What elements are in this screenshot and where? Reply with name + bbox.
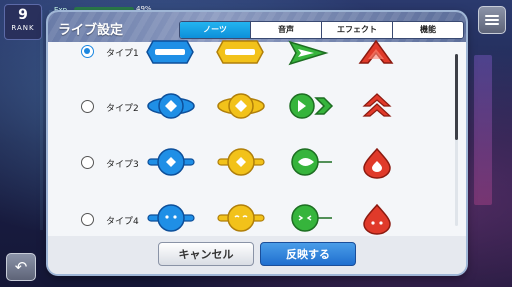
red-face-note-icon: [363, 203, 391, 235]
note-type-2-label: タイプ2: [106, 104, 139, 114]
apply-button[interactable]: 反映する: [260, 242, 356, 266]
tab-voice[interactable]: 音声: [251, 22, 322, 38]
yellow-diamond-note-icon: [217, 93, 265, 119]
red-chevron-note-icon: [358, 39, 394, 64]
back-button[interactable]: ↶: [6, 253, 36, 281]
red-double-chevron-note-icon: [362, 93, 392, 117]
rank-value: 9: [18, 7, 28, 23]
return-arrow-icon: ↶: [14, 258, 28, 276]
cancel-button[interactable]: キャンセル: [158, 242, 254, 266]
blue-diamond-note-icon: [147, 93, 195, 119]
note-type-4-label: タイプ4: [106, 217, 139, 227]
hamburger-icon: [485, 23, 499, 25]
yellow-face-note-icon: [217, 204, 265, 232]
tab-effect[interactable]: エフェクト: [322, 22, 393, 38]
tab-function[interactable]: 機能: [393, 22, 463, 38]
yellow-round-note-icon: [217, 148, 265, 176]
hamburger-icon: [485, 19, 499, 21]
note-type-row-3[interactable]: タイプ3: [48, 147, 466, 206]
rank-label: RANK: [11, 24, 35, 32]
hamburger-icon: [485, 15, 499, 17]
blue-face-note-icon: [147, 204, 195, 232]
dialog-footer: キャンセル 反映する: [48, 236, 466, 274]
yellow-bar-note-icon: [216, 40, 264, 64]
note-type-1-label: タイプ1: [106, 49, 139, 59]
live-settings-dialog: ライブ設定 ノーツ 音声 エフェクト 機能 タイプ1 タイプ2 タイプ3 タイプ…: [48, 12, 466, 274]
note-type-row-1[interactable]: タイプ1: [48, 39, 466, 96]
tab-notes[interactable]: ノーツ: [180, 22, 251, 38]
note-type-4-radio[interactable]: [81, 213, 94, 226]
background-side-decoration: [474, 55, 492, 205]
note-type-row-2[interactable]: タイプ2: [48, 93, 466, 151]
green-double-arrow-note-icon: [289, 93, 334, 119]
note-type-3-label: タイプ3: [106, 160, 139, 170]
scrollbar-thumb[interactable]: [455, 54, 458, 140]
green-leaf-note-icon: [291, 148, 332, 176]
blue-round-note-icon: [147, 148, 195, 176]
note-list-scrollbar[interactable]: [455, 54, 458, 226]
settings-tabs: ノーツ 音声 エフェクト 機能: [179, 21, 464, 39]
rank-badge: 9 RANK: [4, 4, 42, 40]
note-type-3-radio[interactable]: [81, 156, 94, 169]
red-drop-note-icon: [363, 147, 391, 179]
blue-bar-note-icon: [146, 40, 194, 64]
menu-button[interactable]: [478, 6, 506, 34]
green-face-note-icon: [291, 204, 332, 232]
note-type-1-radio[interactable]: [81, 45, 94, 58]
green-arrow-note-icon: [288, 40, 329, 66]
dialog-title: ライブ設定: [58, 23, 124, 38]
note-type-2-radio[interactable]: [81, 100, 94, 113]
